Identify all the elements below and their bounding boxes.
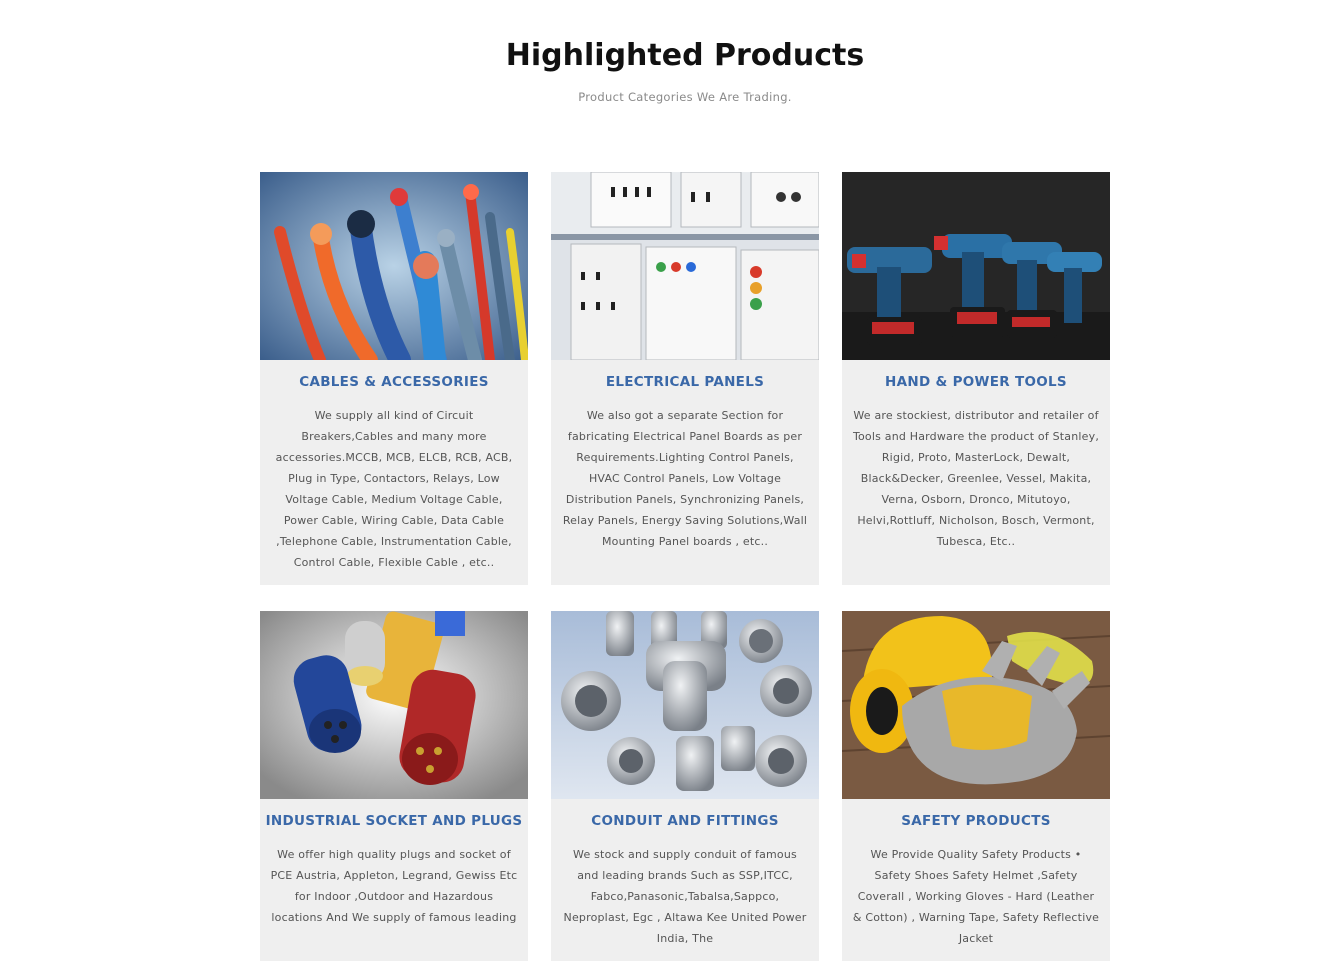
- product-card-conduit-fittings[interactable]: CONDUIT AND FITTINGS We stock and supply…: [551, 611, 819, 961]
- product-card-industrial-sockets[interactable]: INDUSTRIAL SOCKET AND PLUGS We offer hig…: [260, 611, 528, 961]
- product-title[interactable]: ELECTRICAL PANELS: [551, 360, 819, 402]
- product-card-hand-power-tools[interactable]: HAND & POWER TOOLS We are stockiest, dis…: [842, 172, 1110, 585]
- power-tools-image: [842, 172, 1110, 360]
- product-title[interactable]: HAND & POWER TOOLS: [842, 360, 1110, 402]
- section-subtitle: Product Categories We Are Trading.: [578, 90, 792, 104]
- conduit-fittings-image: [551, 611, 819, 799]
- product-description: We also got a separate Section for fabri…: [562, 409, 808, 548]
- safety-products-image: [842, 611, 1110, 799]
- product-grid: CABLES & ACCESSORIES We supply all kind …: [260, 172, 1110, 961]
- product-card-cables[interactable]: CABLES & ACCESSORIES We supply all kind …: [260, 172, 528, 585]
- product-description: We supply all kind of Circuit Breakers,C…: [275, 409, 513, 569]
- electrical-panels-image: [551, 172, 819, 360]
- product-title[interactable]: SAFETY PRODUCTS: [842, 799, 1110, 841]
- cables-image: [260, 172, 528, 360]
- product-description: We are stockiest, distributor and retail…: [852, 409, 1100, 548]
- industrial-sockets-image: [260, 611, 528, 799]
- product-description: We stock and supply conduit of famous an…: [563, 848, 807, 945]
- product-description: We offer high quality plugs and socket o…: [270, 848, 518, 924]
- product-description: We Provide Quality Safety Products • Saf…: [852, 848, 1100, 945]
- product-title[interactable]: INDUSTRIAL SOCKET AND PLUGS: [260, 799, 528, 841]
- section-title: Highlighted Products: [505, 38, 865, 73]
- product-title[interactable]: CABLES & ACCESSORIES: [260, 360, 528, 402]
- product-card-safety-products[interactable]: SAFETY PRODUCTS We Provide Quality Safet…: [842, 611, 1110, 961]
- product-title[interactable]: CONDUIT AND FITTINGS: [551, 799, 819, 841]
- product-card-electrical-panels[interactable]: ELECTRICAL PANELS We also got a separate…: [551, 172, 819, 585]
